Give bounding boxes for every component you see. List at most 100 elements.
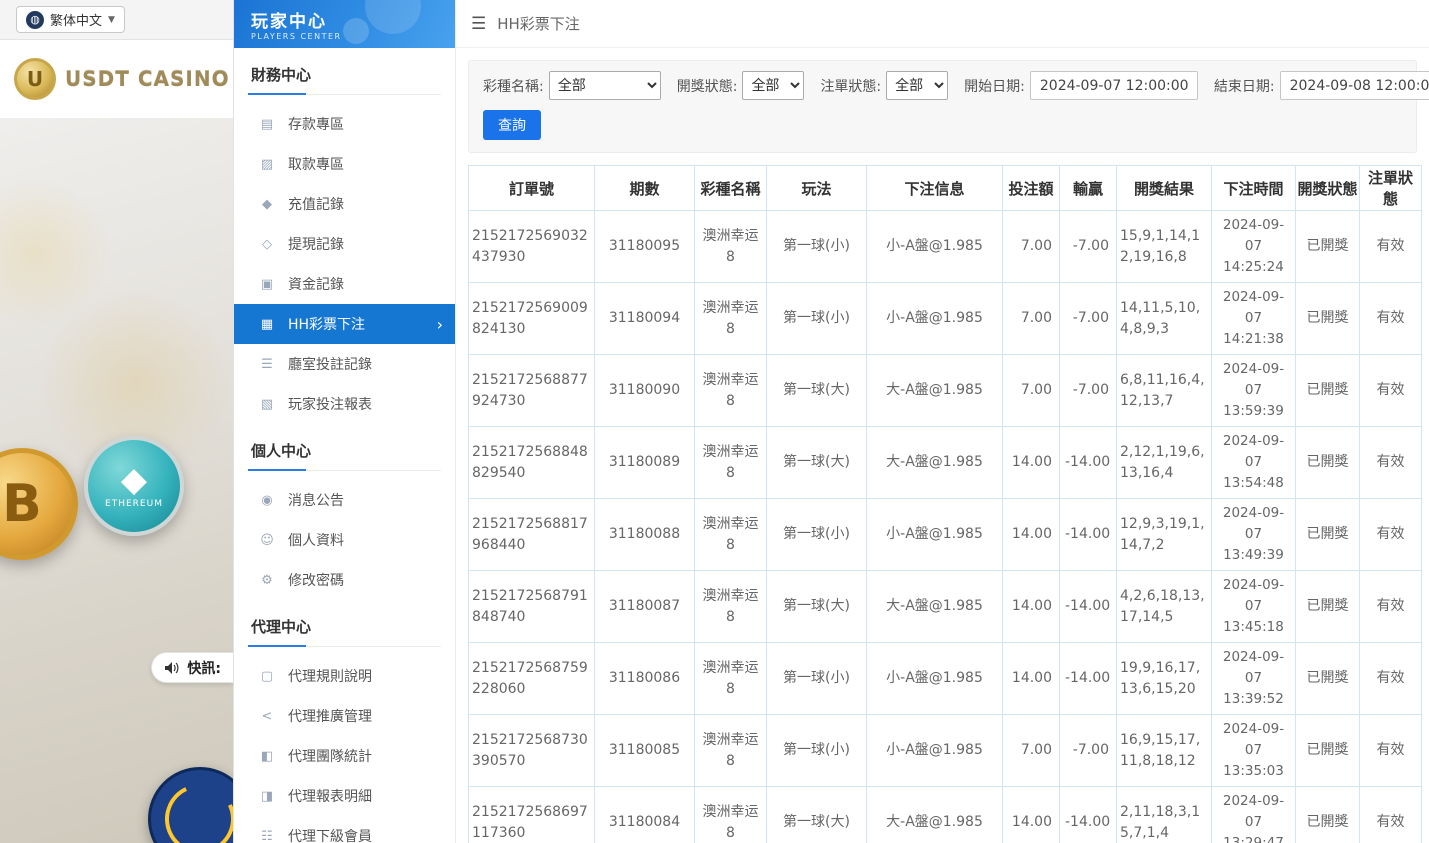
menu-icon[interactable]: ☰ (471, 14, 486, 34)
cell-bet-info: 小-A盤@1.985 (867, 643, 1003, 715)
sidebar-item-player-bet-report[interactable]: ▧ 玩家投注報表 › (234, 384, 455, 424)
ticker-label: 快訊: (187, 658, 221, 678)
cell-lottery: 澳洲幸运8 (695, 427, 767, 499)
globe-icon: ◍ (26, 11, 44, 29)
cell-order-status: 有效 (1360, 283, 1422, 355)
agent-promotion-icon: < (259, 709, 275, 724)
filter-lottery: 彩種名稱: 全部 (483, 71, 661, 100)
cell-result: 12,9,3,19,1,14,7,2 (1117, 499, 1212, 571)
col-result: 開獎結果 (1117, 166, 1212, 211)
lottery-name-select[interactable]: 全部 (549, 71, 661, 100)
cell-play: 第一球(小) (767, 499, 867, 571)
withdraw-icon: ▨ (259, 157, 275, 172)
bets-table: 訂單號 期數 彩種名稱 玩法 下注信息 投注額 輸贏 開獎結果 下注時間 開獎狀… (468, 165, 1422, 843)
lottery-name-label: 彩種名稱: (483, 76, 544, 96)
cell-bet-info: 大-A盤@1.985 (867, 355, 1003, 427)
cell-play: 第一球(小) (767, 283, 867, 355)
table-row: 2152172568730390570 31180085 澳洲幸运8 第一球(小… (469, 715, 1422, 787)
left-panel: ◍ 繁体中文 ▼ U USDT CASINO B ◆ ETHEREUM 快訊: (0, 0, 233, 843)
order-status-label: 注單狀態: (820, 76, 881, 96)
sidebar-item-recharge-records[interactable]: ◆ 充值記錄 › (234, 184, 455, 224)
agent-rules-icon: ▢ (259, 669, 275, 684)
cell-winloss: -14.00 (1060, 499, 1117, 571)
table-row: 2152172568697117360 31180084 澳洲幸运8 第一球(大… (469, 787, 1422, 843)
search-button[interactable]: 查詢 (483, 110, 541, 140)
cell-result: 15,9,1,14,12,19,16,8 (1117, 211, 1212, 283)
cell-bet-info: 大-A盤@1.985 (867, 787, 1003, 843)
cell-bet-info: 小-A盤@1.985 (867, 211, 1003, 283)
brand-name: USDT CASINO (65, 67, 230, 91)
sidebar-item-room-bet-records[interactable]: ☰ 廳室投註記錄 › (234, 344, 455, 384)
sidebar-item-hh-lottery-bets[interactable]: ▦ HH彩票下注 › (234, 304, 455, 344)
cell-time: 2024-09-07 13:49:39 (1212, 499, 1296, 571)
sidebar-section-finance: 財務中心 (248, 64, 441, 95)
cell-winloss: -7.00 (1060, 211, 1117, 283)
cell-order-no: 2152172569032437930 (469, 211, 595, 283)
cell-lottery: 澳洲幸运8 (695, 283, 767, 355)
sidebar-item-funds-records[interactable]: ▣ 資金記錄 › (234, 264, 455, 304)
sidebar-item-messages[interactable]: ◉ 消息公告 › (234, 480, 455, 520)
language-selector[interactable]: ◍ 繁体中文 ▼ (16, 6, 125, 33)
sidebar-item-agent-promotion[interactable]: < 代理推廣管理 › (234, 696, 455, 736)
cell-order-no: 2152172568759228060 (469, 643, 595, 715)
cell-bet-info: 小-A盤@1.985 (867, 715, 1003, 787)
club-badge-arc (155, 774, 233, 843)
sidebar-item-profile[interactable]: ☺ 個人資料 › (234, 520, 455, 560)
cell-order-no: 2152172568817968440 (469, 499, 595, 571)
agent-team-stats-icon: ◧ (259, 749, 275, 764)
active-arrow-icon: › (437, 315, 443, 334)
sidebar-item-agent-members[interactable]: ☷ 代理下級會員 › (234, 816, 455, 843)
hh-lottery-bets-icon: ▦ (259, 317, 275, 332)
agent-members-icon: ☷ (259, 829, 275, 843)
sidebar-item-agent-team-stats[interactable]: ◧ 代理團隊統計 › (234, 736, 455, 776)
cell-order-status: 有效 (1360, 787, 1422, 843)
sidebar-item-change-password[interactable]: ⚙ 修改密碼 › (234, 560, 455, 600)
cell-period: 31180085 (595, 715, 695, 787)
cell-time: 2024-09-07 13:39:52 (1212, 643, 1296, 715)
cell-time: 2024-09-07 13:45:18 (1212, 571, 1296, 643)
recharge-records-icon: ◆ (259, 197, 275, 212)
cell-bet-info: 大-A盤@1.985 (867, 427, 1003, 499)
filter-draw-status: 開獎狀態: 全部 (677, 71, 805, 100)
cell-result: 19,9,16,17,13,6,15,20 (1117, 643, 1212, 715)
cell-period: 31180094 (595, 283, 695, 355)
cell-period: 31180086 (595, 643, 695, 715)
sidebar-item-deposit[interactable]: ▤ 存款專區 › (234, 104, 455, 144)
cell-order-no: 2152172568697117360 (469, 787, 595, 843)
col-order-status: 注單狀態 (1360, 166, 1422, 211)
cell-order-status: 有效 (1360, 643, 1422, 715)
sidebar-section-agent: 代理中心 (248, 616, 441, 647)
cell-amount: 14.00 (1003, 427, 1060, 499)
col-bet-info: 下注信息 (867, 166, 1003, 211)
filter-start-date: 開始日期: (964, 71, 1198, 100)
cell-play: 第一球(小) (767, 715, 867, 787)
sidebar-item-agent-rules[interactable]: ▢ 代理規則說明 › (234, 656, 455, 696)
sidebar-item-withdraw[interactable]: ▨ 取款專區 › (234, 144, 455, 184)
cell-lottery: 澳洲幸运8 (695, 211, 767, 283)
agent-report-detail-icon: ◨ (259, 789, 275, 804)
cell-order-status: 有效 (1360, 355, 1422, 427)
col-lottery: 彩種名稱 (695, 166, 767, 211)
cell-order-no: 2152172568791848740 (469, 571, 595, 643)
ethereum-coin-icon: ◆ ETHEREUM (84, 436, 184, 536)
draw-status-select[interactable]: 全部 (742, 71, 804, 100)
sidebar-title: 玩家中心 (251, 7, 455, 32)
sidebar-item-withdrawal-records[interactable]: ◇ 提現記錄 › (234, 224, 455, 264)
table-row: 2152172568791848740 31180087 澳洲幸运8 第一球(大… (469, 571, 1422, 643)
order-status-select[interactable]: 全部 (886, 71, 948, 100)
cell-lottery: 澳洲幸运8 (695, 355, 767, 427)
sidebar-subtitle: PLAYERS CENTER (251, 32, 455, 41)
player-bet-report-icon: ▧ (259, 397, 275, 412)
table-row: 2152172568759228060 31180086 澳洲幸运8 第一球(小… (469, 643, 1422, 715)
cell-play: 第一球(小) (767, 643, 867, 715)
sidebar-header: 玩家中心 PLAYERS CENTER (234, 0, 455, 48)
start-date-label: 開始日期: (964, 76, 1025, 96)
start-date-input[interactable] (1030, 71, 1198, 100)
cell-draw-status: 已開獎 (1296, 787, 1360, 843)
bet-table-body: 2152172569032437930 31180095 澳洲幸运8 第一球(小… (469, 211, 1422, 843)
cell-time: 2024-09-07 13:59:39 (1212, 355, 1296, 427)
sidebar-item-agent-report-detail[interactable]: ◨ 代理報表明細 › (234, 776, 455, 816)
cell-bet-info: 大-A盤@1.985 (867, 571, 1003, 643)
end-date-input[interactable] (1280, 71, 1429, 100)
cell-result: 4,2,6,18,13,17,14,5 (1117, 571, 1212, 643)
